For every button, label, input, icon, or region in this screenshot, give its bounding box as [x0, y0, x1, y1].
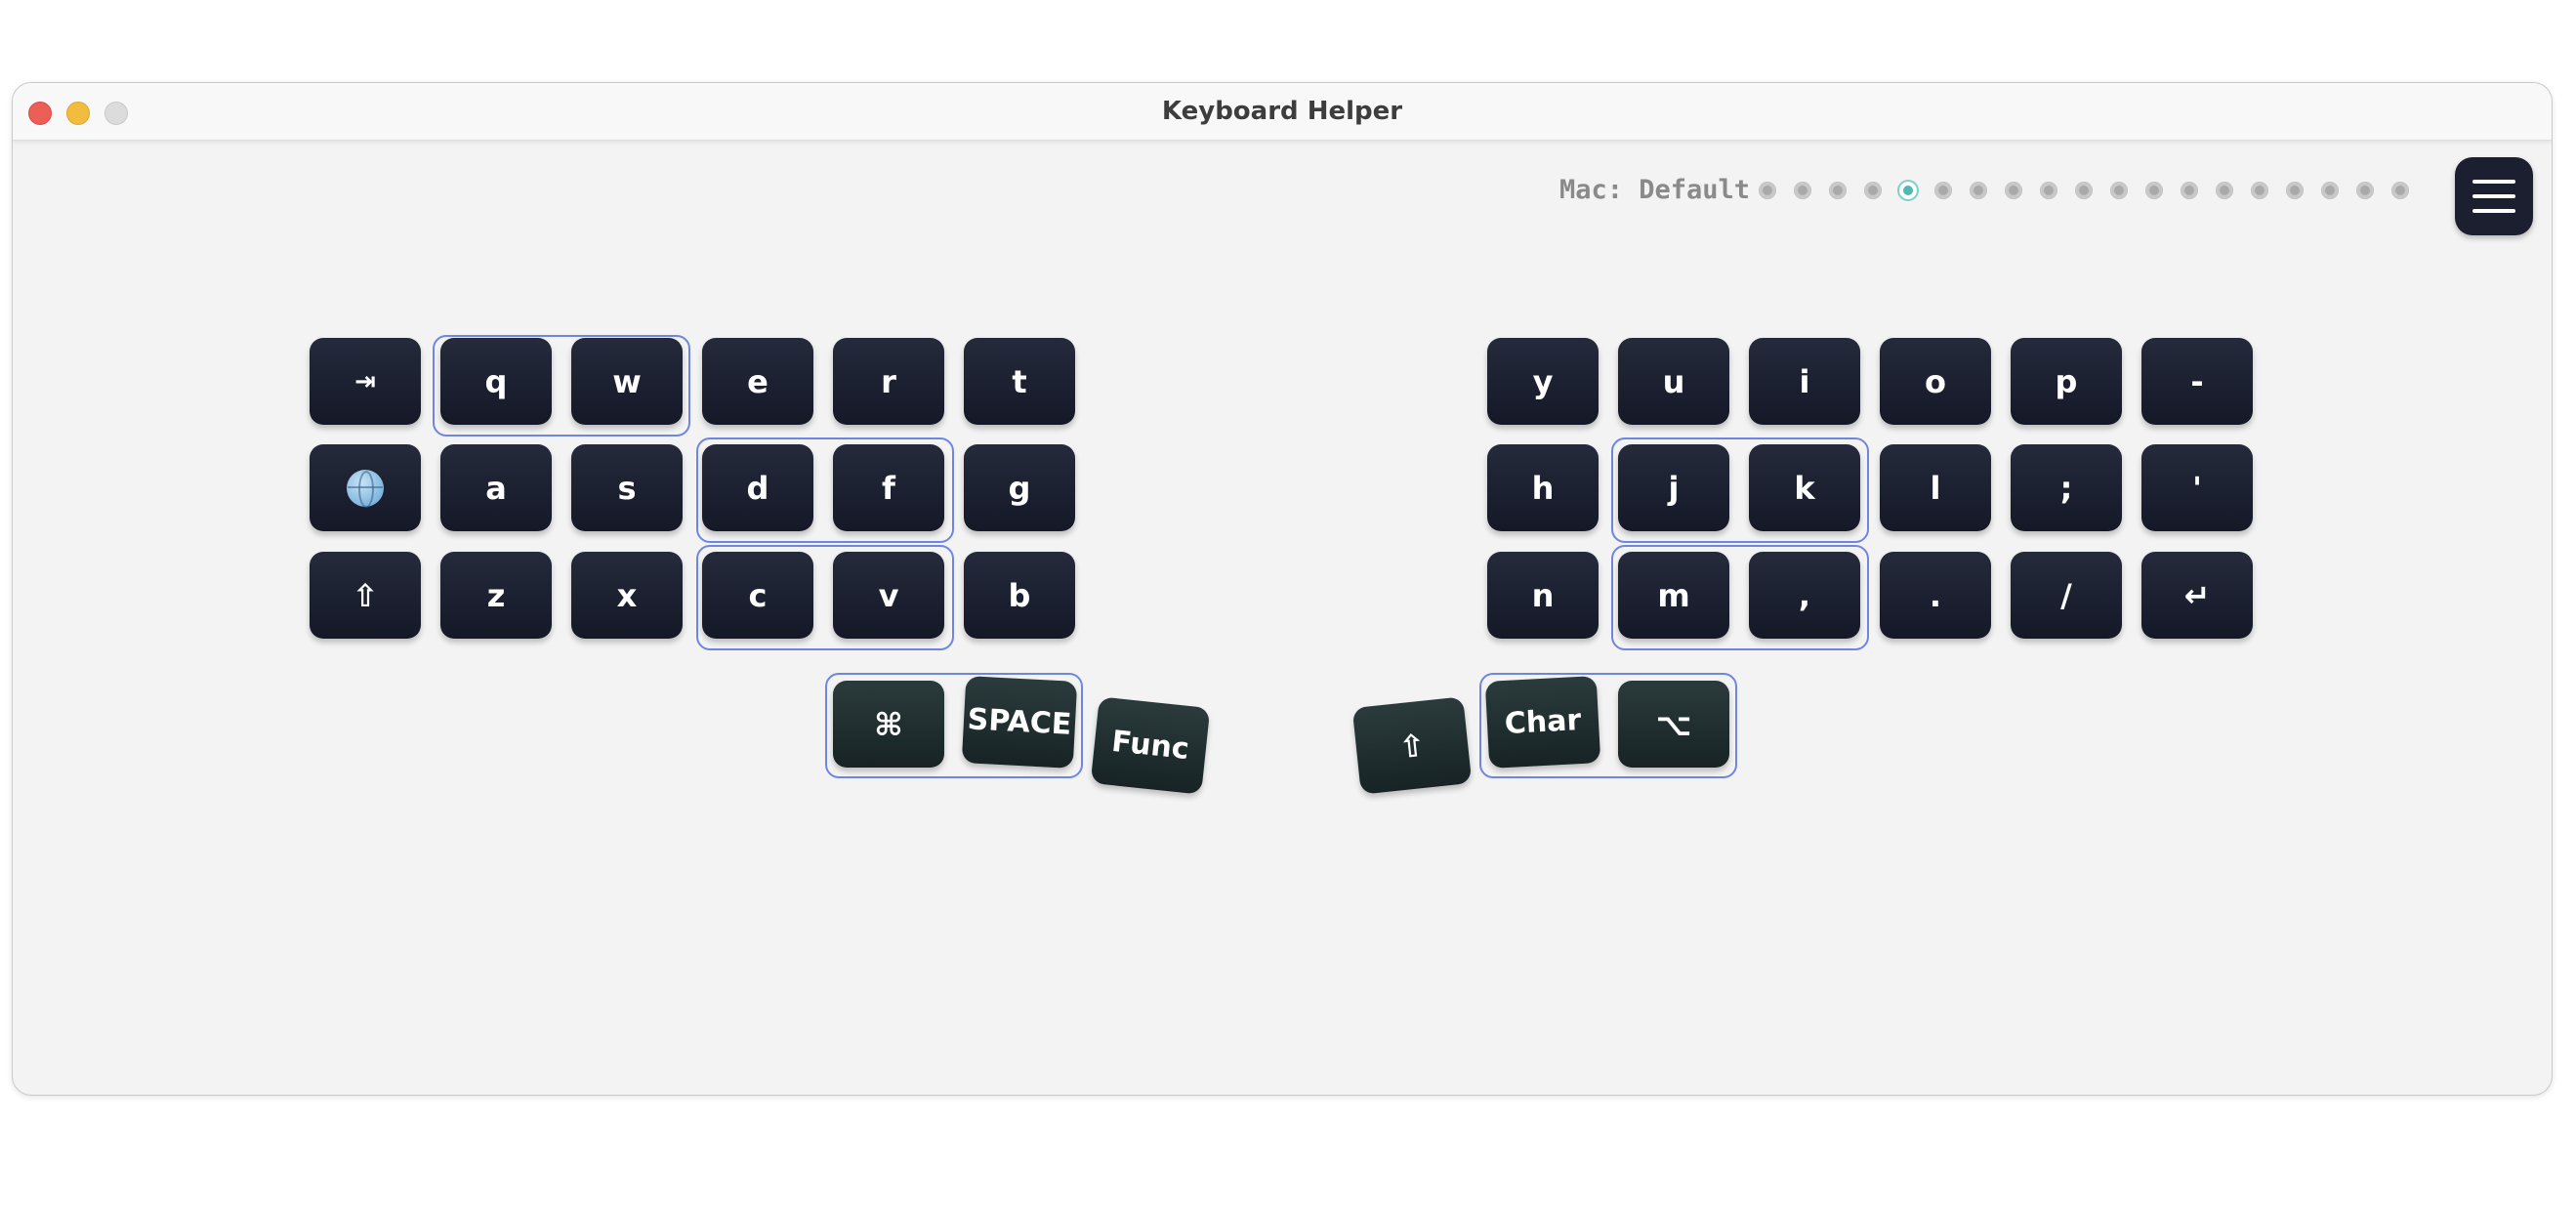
key-r[interactable]: r — [833, 338, 944, 425]
key-g[interactable]: g — [964, 444, 1075, 531]
layout-page-dot[interactable] — [1829, 182, 1847, 199]
key-t[interactable]: t — [964, 338, 1075, 425]
key-z[interactable]: z — [440, 552, 552, 639]
key-e[interactable]: e — [702, 338, 813, 425]
key-period[interactable]: . — [1880, 552, 1991, 639]
menu-button[interactable] — [2455, 157, 2533, 235]
layout-page-dot[interactable] — [2356, 182, 2374, 199]
key-func[interactable]: Func — [1090, 696, 1211, 795]
layout-page-dot[interactable] — [2286, 182, 2304, 199]
layout-page-dot[interactable] — [2040, 182, 2057, 199]
key-comma[interactable]: , — [1749, 552, 1860, 639]
key-s[interactable]: s — [571, 444, 683, 531]
app-window: Keyboard Helper Mac: Default ⇥ q w e r t… — [12, 82, 2553, 1096]
layout-page-dot[interactable] — [2181, 182, 2198, 199]
key-j[interactable]: j — [1618, 444, 1729, 531]
layout-page-dot[interactable] — [2075, 182, 2093, 199]
key-i[interactable]: i — [1749, 338, 1860, 425]
layout-page-dot[interactable] — [1864, 182, 1882, 199]
key-quote[interactable]: ' — [2141, 444, 2253, 531]
key-k[interactable]: k — [1749, 444, 1860, 531]
key-command[interactable]: ⌘ — [833, 681, 944, 768]
layout-page-dot[interactable] — [2145, 182, 2163, 199]
globe-icon — [347, 469, 384, 508]
key-d[interactable]: d — [702, 444, 813, 531]
key-slash[interactable]: / — [2011, 552, 2122, 639]
layout-page-dot[interactable] — [1934, 182, 1952, 199]
key-minus[interactable]: - — [2141, 338, 2253, 425]
key-option[interactable]: ⌥ — [1618, 681, 1729, 768]
key-a[interactable]: a — [440, 444, 552, 531]
layout-page-dot[interactable] — [2110, 182, 2128, 199]
key-u[interactable]: u — [1618, 338, 1729, 425]
key-x[interactable]: x — [571, 552, 683, 639]
key-v[interactable]: v — [833, 552, 944, 639]
hamburger-icon — [2472, 180, 2515, 184]
key-shift-left[interactable]: ⇧ — [310, 552, 421, 639]
layout-page-dot[interactable] — [1794, 182, 1811, 199]
key-m[interactable]: m — [1618, 552, 1729, 639]
key-p[interactable]: p — [2011, 338, 2122, 425]
key-b[interactable]: b — [964, 552, 1075, 639]
key-l[interactable]: l — [1880, 444, 1991, 531]
key-f[interactable]: f — [833, 444, 944, 531]
hamburger-icon-bar — [2472, 209, 2515, 213]
key-y[interactable]: y — [1487, 338, 1599, 425]
key-n[interactable]: n — [1487, 552, 1599, 639]
key-space[interactable]: SPACE — [961, 676, 1078, 769]
key-return[interactable]: ↵ — [2141, 552, 2253, 639]
layout-page-dot[interactable] — [2251, 182, 2268, 199]
layout-page-dot[interactable] — [1899, 182, 1917, 199]
key-o[interactable]: o — [1880, 338, 1991, 425]
title-bar: Keyboard Helper — [13, 83, 2552, 141]
key-w[interactable]: w — [571, 338, 683, 425]
window-title: Keyboard Helper — [1161, 97, 1403, 126]
key-globe[interactable] — [310, 444, 421, 531]
layout-page-dot[interactable] — [1970, 182, 1987, 199]
layout-name: Mac: Default — [1559, 175, 1751, 205]
layout-page-dot[interactable] — [2321, 182, 2339, 199]
key-h[interactable]: h — [1487, 444, 1599, 531]
layout-page-dot[interactable] — [2391, 182, 2409, 199]
key-q[interactable]: q — [440, 338, 552, 425]
key-c[interactable]: c — [702, 552, 813, 639]
key-char[interactable]: Char — [1484, 676, 1601, 769]
key-tab[interactable]: ⇥ — [310, 338, 421, 425]
key-semicolon[interactable]: ; — [2011, 444, 2122, 531]
layout-page-dot[interactable] — [1759, 182, 1776, 199]
layout-page-dot[interactable] — [2216, 182, 2233, 199]
key-shift-right[interactable]: ⇧ — [1351, 696, 1473, 795]
hamburger-icon-bar — [2472, 194, 2515, 198]
layout-page-dot[interactable] — [2005, 182, 2022, 199]
